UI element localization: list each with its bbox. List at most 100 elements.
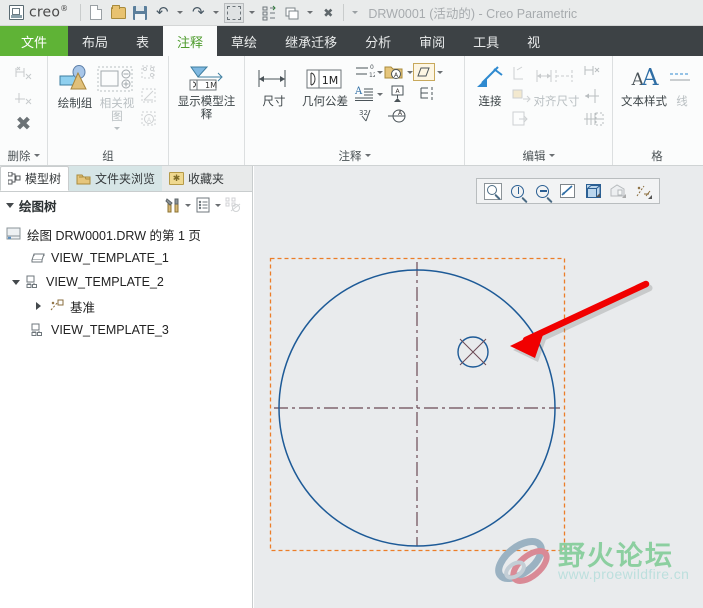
flip-arrows-icon[interactable] xyxy=(580,85,606,107)
group-angle-icon[interactable] xyxy=(138,85,162,107)
tree-item-view-template-2[interactable]: VIEW_TEMPLATE_2 xyxy=(0,270,252,294)
tab-table[interactable]: 表 xyxy=(122,26,163,56)
creo-parametric-window: creo® ↶ ↷ ✖ DRW0001 (活动的) - Creo Paramet… xyxy=(0,0,703,608)
redo-dropdown-icon[interactable] xyxy=(209,2,223,24)
regenerate-icon[interactable] xyxy=(259,2,281,24)
filter-icon[interactable] xyxy=(224,196,242,214)
tab-view[interactable]: 视 xyxy=(513,26,554,56)
svg-text:32: 32 xyxy=(359,109,368,117)
creo-brand-text: creo® xyxy=(29,4,68,21)
save-icon[interactable] xyxy=(129,2,151,24)
drawing-tree-title: 绘图树 xyxy=(19,199,57,214)
balloon-note-icon[interactable]: 0 12 xyxy=(353,63,375,81)
group-symbol-icon[interactable]: A xyxy=(138,108,162,130)
tab-sketch[interactable]: 草绘 xyxy=(217,26,271,56)
ribbon-group-delete-label[interactable]: 删除 xyxy=(2,146,45,165)
align-dimensions-icon xyxy=(534,62,578,96)
tree-item-view-template-1[interactable]: VIEW_TEMPLATE_1 xyxy=(0,246,252,270)
tree-item-datum-label: 基准 xyxy=(70,300,96,315)
move-to-sheet-icon[interactable] xyxy=(509,108,533,130)
chevron-down-icon xyxy=(548,154,555,157)
tab-file[interactable]: 文件 xyxy=(0,26,68,56)
sidebar: 模型树 文件夹浏览 ✱ 收藏夹 绘图树 绘图 DRW0001.DRW 的第 1 … xyxy=(0,166,253,608)
display-dropdown-icon[interactable] xyxy=(215,203,221,207)
watermark-logo-icon xyxy=(495,538,550,584)
graphics-area[interactable]: 野火论坛 www.proewildfire.cn xyxy=(254,166,703,608)
group-move-icon[interactable] xyxy=(138,62,162,84)
cleanup-dimensions-icon[interactable] xyxy=(580,108,606,130)
chevron-down-icon[interactable] xyxy=(6,202,14,208)
clip-dimension-icon[interactable] xyxy=(509,62,533,84)
drawing-tree-header: 绘图树 xyxy=(0,192,252,218)
selection-icon[interactable] xyxy=(223,2,245,24)
gtol-frame-icon[interactable] xyxy=(413,63,435,81)
delete-dimension-icon[interactable] xyxy=(14,62,34,86)
tab-inherit-migration[interactable]: 继承迁移 xyxy=(271,26,351,56)
format-more-button[interactable]: 线 xyxy=(669,60,695,109)
ribbon-group-edit-label[interactable]: 编辑 xyxy=(467,146,610,165)
tab-review[interactable]: 审阅 xyxy=(405,26,459,56)
tab-tools[interactable]: 工具 xyxy=(459,26,513,56)
datum-target-icon[interactable]: A xyxy=(387,107,409,125)
open-file-icon[interactable] xyxy=(107,2,129,24)
tab-annotate[interactable]: 注释 xyxy=(163,26,218,56)
delete-annotation-icon[interactable] xyxy=(14,87,34,111)
hole-cross-marks xyxy=(459,338,487,366)
redo-icon[interactable]: ↷ xyxy=(187,2,209,24)
window-dropdown-icon[interactable] xyxy=(303,2,317,24)
tree-item-sheet[interactable]: 绘图 DRW0001.DRW 的第 1 页 xyxy=(0,222,252,246)
settings-icon[interactable] xyxy=(164,196,182,214)
creo-logo: creo® xyxy=(0,0,76,26)
connect-button[interactable]: 连接 xyxy=(471,60,509,109)
sidebar-tab-model-tree-label: 模型树 xyxy=(25,172,62,186)
view-icon xyxy=(30,323,46,337)
tab-analysis[interactable]: 分析 xyxy=(351,26,405,56)
chevron-down-icon[interactable] xyxy=(12,279,20,285)
delete-x-icon[interactable]: ✖ xyxy=(16,112,32,136)
move-to-view-icon[interactable] xyxy=(509,85,533,107)
note-icon[interactable]: A xyxy=(353,85,375,103)
ribbon-group-delete: ✖ 删除 xyxy=(0,56,48,165)
show-model-annotations-button[interactable]: 1M 显示模型注释 xyxy=(175,60,238,122)
related-view-button[interactable]: 相关视图 xyxy=(96,60,138,131)
text-style-button[interactable]: AA 文本样式 xyxy=(619,60,669,109)
favorites-icon: ✱ xyxy=(169,172,185,185)
datum-icon xyxy=(49,299,65,313)
chevron-down-icon[interactable] xyxy=(437,70,443,74)
format-more-label: 线 xyxy=(676,96,688,108)
tree-item-datum[interactable]: 基准 xyxy=(0,294,252,318)
show-model-annotations-label: 显示模型注释 xyxy=(177,96,236,122)
svg-text:A: A xyxy=(354,86,363,97)
sidebar-tab-favorites-label: 收藏夹 xyxy=(188,172,225,186)
undo-dropdown-icon[interactable] xyxy=(173,2,187,24)
tree-item-view-template-1-label: VIEW_TEMPLATE_1 xyxy=(51,251,169,265)
draw-group-button[interactable]: 绘制组 xyxy=(54,60,96,111)
selection-dropdown-icon[interactable] xyxy=(245,2,259,24)
tab-layout[interactable]: 布局 xyxy=(68,26,122,56)
undo-icon[interactable]: ↶ xyxy=(151,2,173,24)
tree-item-view-template-3[interactable]: VIEW_TEMPLATE_3 xyxy=(0,318,252,342)
customize-quick-access-icon[interactable] xyxy=(348,2,362,24)
sidebar-tab-favorites[interactable]: ✱ 收藏夹 xyxy=(162,166,232,191)
display-list-icon[interactable] xyxy=(194,196,212,214)
geometric-tolerance-button[interactable]: 1M 几何公差 xyxy=(297,60,353,109)
sidebar-tab-model-tree[interactable]: 模型树 xyxy=(0,166,70,191)
window-icon[interactable] xyxy=(281,2,303,24)
datum-feature-icon[interactable]: A xyxy=(387,85,409,103)
close-window-icon[interactable]: ✖ xyxy=(317,2,339,24)
align-dimensions-button[interactable]: 对齐尺寸 xyxy=(533,60,580,109)
chevron-right-icon[interactable] xyxy=(36,302,41,310)
symbol-gallery-icon[interactable]: A xyxy=(383,63,405,81)
settings-dropdown-icon[interactable] xyxy=(185,203,191,207)
ribbon-group-format-label: 格 xyxy=(615,146,699,165)
sidebar-tab-folder-browser[interactable]: 文件夹浏览 xyxy=(69,166,163,191)
ribbon-group-annotate-label[interactable]: 注释 xyxy=(247,146,462,165)
chevron-down-icon[interactable] xyxy=(114,127,120,131)
new-file-icon[interactable] xyxy=(85,2,107,24)
break-dimension-icon[interactable] xyxy=(580,62,606,84)
tree-item-sheet-label: 绘图 DRW0001.DRW 的第 1 页 xyxy=(27,228,201,243)
dimension-button[interactable]: 尺寸 xyxy=(251,60,297,109)
surface-finish-icon[interactable]: 32 xyxy=(357,107,379,125)
draw-group-icon xyxy=(57,62,93,98)
gtol-leader-icon[interactable] xyxy=(417,85,439,103)
